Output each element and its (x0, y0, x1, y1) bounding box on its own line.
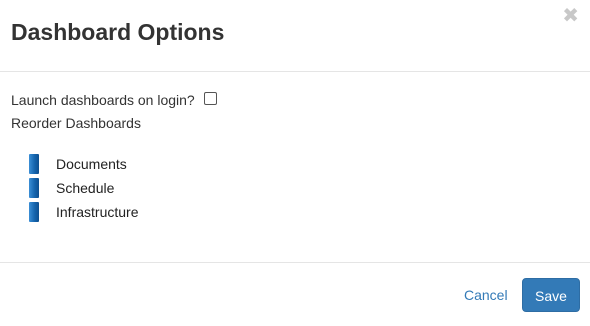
drag-handle-icon[interactable] (29, 154, 39, 174)
dashboard-item-label: Schedule (56, 180, 115, 196)
modal-footer: Cancel Save (0, 263, 590, 326)
reorder-dashboards-label: Reorder Dashboards (11, 115, 141, 131)
dashboard-item-label: Documents (56, 156, 127, 172)
close-icon[interactable]: ✖ (562, 6, 579, 26)
dashboard-item-documents[interactable]: Documents (29, 152, 138, 176)
dashboard-list: Documents Schedule Infrastructure (29, 152, 138, 224)
launch-dashboards-checkbox[interactable] (203, 92, 217, 105)
modal-title: Dashboard Options (11, 19, 225, 45)
dashboard-options-modal: Dashboard Options ✖ Launch dashboards on… (0, 0, 590, 326)
dashboard-item-label: Infrastructure (56, 204, 139, 220)
launch-dashboards-row: Launch dashboards on login? (11, 92, 217, 108)
modal-body: Launch dashboards on login? Reorder Dash… (0, 72, 590, 263)
save-button[interactable]: Save (522, 278, 580, 312)
dashboard-item-schedule[interactable]: Schedule (29, 176, 138, 200)
drag-handle-icon[interactable] (29, 178, 39, 198)
launch-dashboards-label: Launch dashboards on login? (11, 92, 195, 108)
modal-header: Dashboard Options ✖ (0, 0, 590, 72)
dashboard-item-infrastructure[interactable]: Infrastructure (29, 200, 138, 224)
drag-handle-icon[interactable] (29, 202, 39, 222)
cancel-button[interactable]: Cancel (464, 287, 508, 303)
